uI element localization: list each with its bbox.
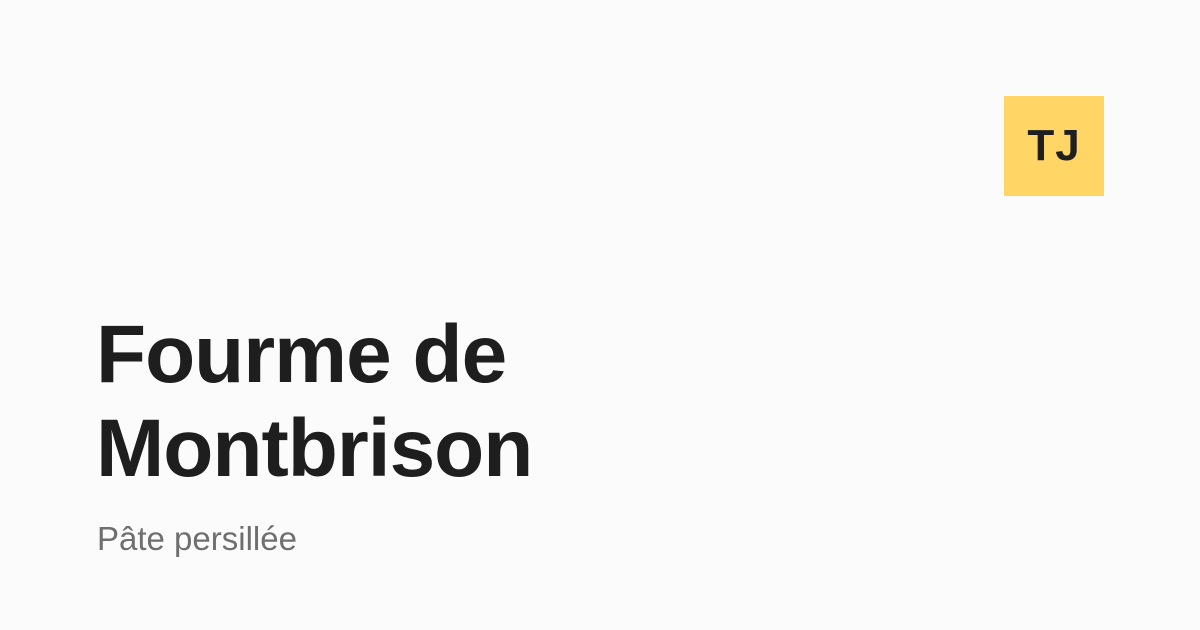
title-line-1: Fourme de	[96, 309, 507, 400]
share-card: TJ Fourme de Montbrison Pâte persillée	[0, 0, 1200, 630]
title-line-2: Montbrison	[96, 403, 533, 494]
subtitle: Pâte persillée	[97, 520, 297, 557]
page-title: Fourme de Montbrison	[96, 308, 896, 496]
logo-badge: TJ	[1004, 96, 1104, 196]
